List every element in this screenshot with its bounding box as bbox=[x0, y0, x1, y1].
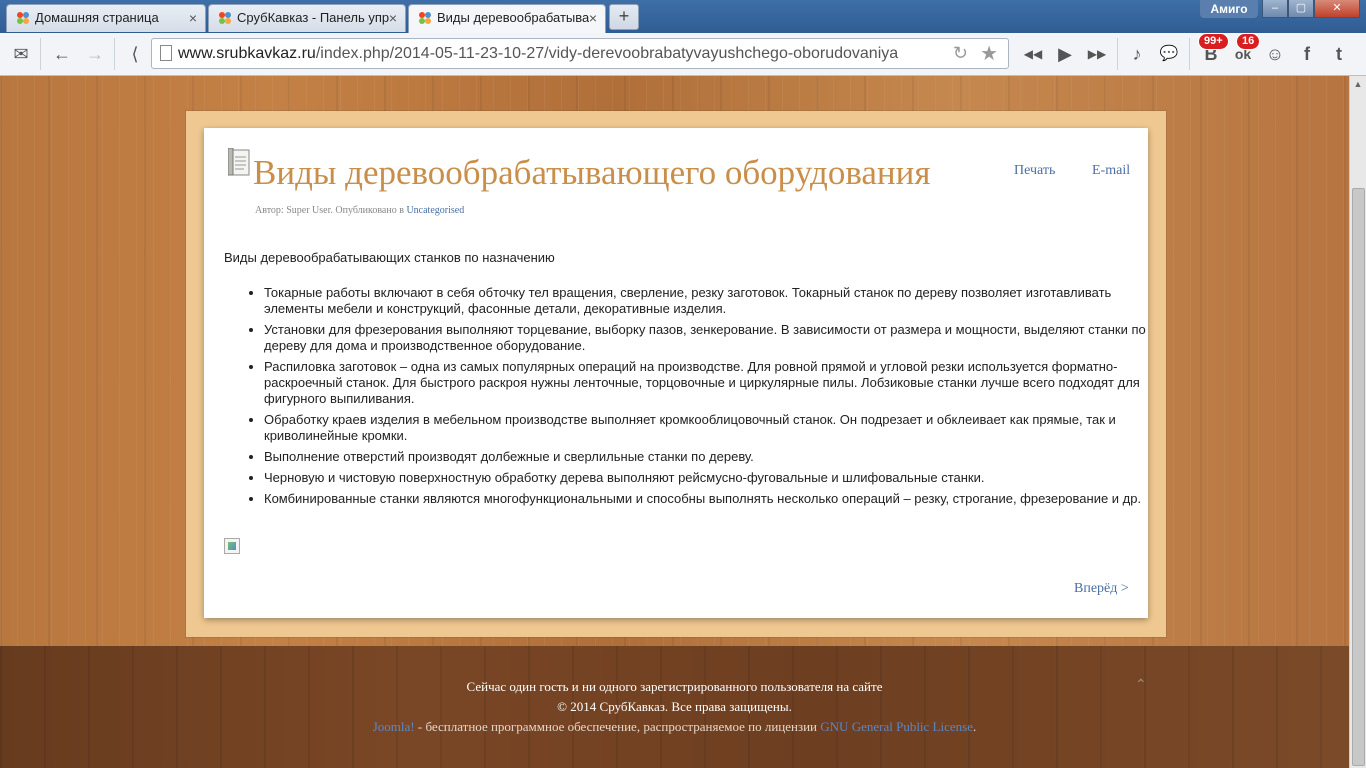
twitter-icon[interactable]: t bbox=[1324, 39, 1354, 69]
license-end: . bbox=[972, 719, 977, 734]
scrollbar[interactable]: ▲ bbox=[1349, 76, 1366, 768]
category-link[interactable]: Uncategorised bbox=[406, 205, 464, 216]
minimize-button[interactable]: – bbox=[1262, 0, 1288, 18]
page-icon bbox=[160, 45, 172, 61]
share-icon[interactable]: ⟨ bbox=[120, 39, 150, 69]
page-title: Виды деревообрабатывающего оборудования bbox=[253, 153, 931, 192]
byline-text: Автор: Super User. Опубликовано в bbox=[255, 205, 407, 216]
print-link[interactable]: Печать bbox=[1014, 163, 1055, 179]
url-text[interactable]: www.srubkavkaz.ru/index.php/2014-05-11-2… bbox=[178, 39, 898, 68]
chat-icon[interactable]: 💬 bbox=[1154, 39, 1184, 69]
list-item: Черновую и чистовую поверхностную обрабо… bbox=[264, 470, 1169, 486]
article-list: Токарные работы включают в себя обточку … bbox=[224, 285, 1169, 512]
back-button[interactable]: ← bbox=[47, 39, 77, 69]
list-item: Комбинированные станки являются многофун… bbox=[264, 491, 1169, 507]
article-byline: Автор: Super User. Опубликовано в Uncate… bbox=[255, 205, 464, 216]
close-icon[interactable]: × bbox=[389, 5, 397, 31]
list-item: Обработку краев изделия в мебельном прои… bbox=[264, 412, 1169, 444]
article-icon bbox=[228, 148, 250, 176]
scrollbar-thumb[interactable] bbox=[1352, 188, 1365, 766]
friends-icon[interactable]: ☺ bbox=[1260, 39, 1290, 69]
tab-current-article[interactable]: Виды деревообрабатываю × bbox=[408, 4, 606, 33]
toolbar-divider bbox=[1189, 38, 1190, 70]
facebook-icon[interactable]: f bbox=[1292, 39, 1322, 69]
license-text: - бесплатное программное обеспечение, ра… bbox=[414, 719, 821, 734]
forward-button[interactable]: → bbox=[80, 39, 110, 69]
close-window-button[interactable]: ✕ bbox=[1314, 0, 1360, 18]
copyright-text: © 2014 СрубКавказ. Все права защищены. bbox=[557, 699, 792, 714]
gpl-link[interactable]: GNU General Public License bbox=[820, 719, 973, 734]
maximize-button[interactable]: ▢ bbox=[1288, 0, 1314, 18]
tab-label: Домашняя страница bbox=[35, 10, 159, 25]
list-item: Установки для фрезерования выполняют тор… bbox=[264, 322, 1169, 354]
email-link[interactable]: E-mail bbox=[1092, 163, 1130, 179]
tab-admin-panel[interactable]: СрубКавказ - Панель упра × bbox=[208, 4, 406, 32]
url-host: www.srubkavkaz.ru bbox=[178, 45, 316, 62]
music-icon[interactable]: ♪ bbox=[1122, 39, 1152, 69]
address-bar[interactable]: www.srubkavkaz.ru/index.php/2014-05-11-2… bbox=[151, 38, 1009, 69]
broken-image-icon bbox=[224, 538, 240, 554]
chevron-up-icon[interactable]: ⌃ bbox=[1135, 676, 1147, 693]
url-path: /index.php/2014-05-11-23-10-27/vidy-dere… bbox=[315, 45, 899, 62]
toolbar-divider bbox=[1117, 38, 1118, 70]
list-item: Токарные работы включают в себя обточку … bbox=[264, 285, 1169, 317]
article-card: Виды деревообрабатывающего оборудования … bbox=[204, 128, 1148, 618]
list-item: Распиловка заготовок – одна из самых поп… bbox=[264, 359, 1169, 407]
list-item: Выполнение отверстий производят долбежны… bbox=[264, 449, 1169, 465]
next-track-icon[interactable]: ▶▶ bbox=[1082, 39, 1112, 69]
toolbar-divider bbox=[114, 38, 115, 70]
notification-badge: 16 bbox=[1236, 33, 1261, 50]
star-icon[interactable]: ★ bbox=[980, 41, 998, 66]
web-page: Виды деревообрабатывающего оборудования … bbox=[0, 76, 1366, 768]
scroll-up-icon[interactable]: ▲ bbox=[1350, 76, 1366, 92]
tab-bar: Домашняя страница × СрубКавказ - Панель … bbox=[0, 0, 1366, 33]
vk-icon[interactable]: В 99+ bbox=[1196, 33, 1229, 69]
tab-label: Виды деревообрабатываю bbox=[437, 10, 589, 25]
next-article-link[interactable]: Вперёд > bbox=[1074, 581, 1129, 597]
joomla-link[interactable]: Joomla! bbox=[373, 719, 415, 734]
notification-badge: 99+ bbox=[1198, 33, 1229, 50]
play-icon[interactable]: ▶ bbox=[1050, 39, 1080, 69]
joomla-icon bbox=[419, 12, 431, 24]
license-line: Joomla! - бесплатное программное обеспеч… bbox=[0, 719, 1349, 735]
article-intro: Виды деревообрабатывающих станков по наз… bbox=[224, 250, 555, 265]
close-icon[interactable]: × bbox=[189, 5, 197, 31]
reload-icon[interactable]: ↻ bbox=[953, 43, 968, 64]
browser-toolbar: ✉ ← → ⟨ www.srubkavkaz.ru/index.php/2014… bbox=[0, 33, 1366, 76]
profile-name[interactable]: Амиго bbox=[1200, 0, 1258, 18]
mail-icon[interactable]: ✉ bbox=[6, 39, 36, 69]
site-footer: Сейчас один гость и ни одного зарегистри… bbox=[0, 646, 1349, 768]
previous-track-icon[interactable]: ◀◀ bbox=[1018, 39, 1048, 69]
joomla-icon bbox=[17, 12, 29, 24]
close-icon[interactable]: × bbox=[589, 5, 597, 31]
tab-label: СрубКавказ - Панель упра bbox=[237, 10, 389, 25]
joomla-icon bbox=[219, 12, 231, 24]
ok-icon[interactable]: ok 16 bbox=[1228, 33, 1261, 69]
toolbar-divider bbox=[40, 38, 41, 70]
new-tab-button[interactable]: + bbox=[609, 4, 639, 30]
tab-home[interactable]: Домашняя страница × bbox=[6, 4, 206, 32]
